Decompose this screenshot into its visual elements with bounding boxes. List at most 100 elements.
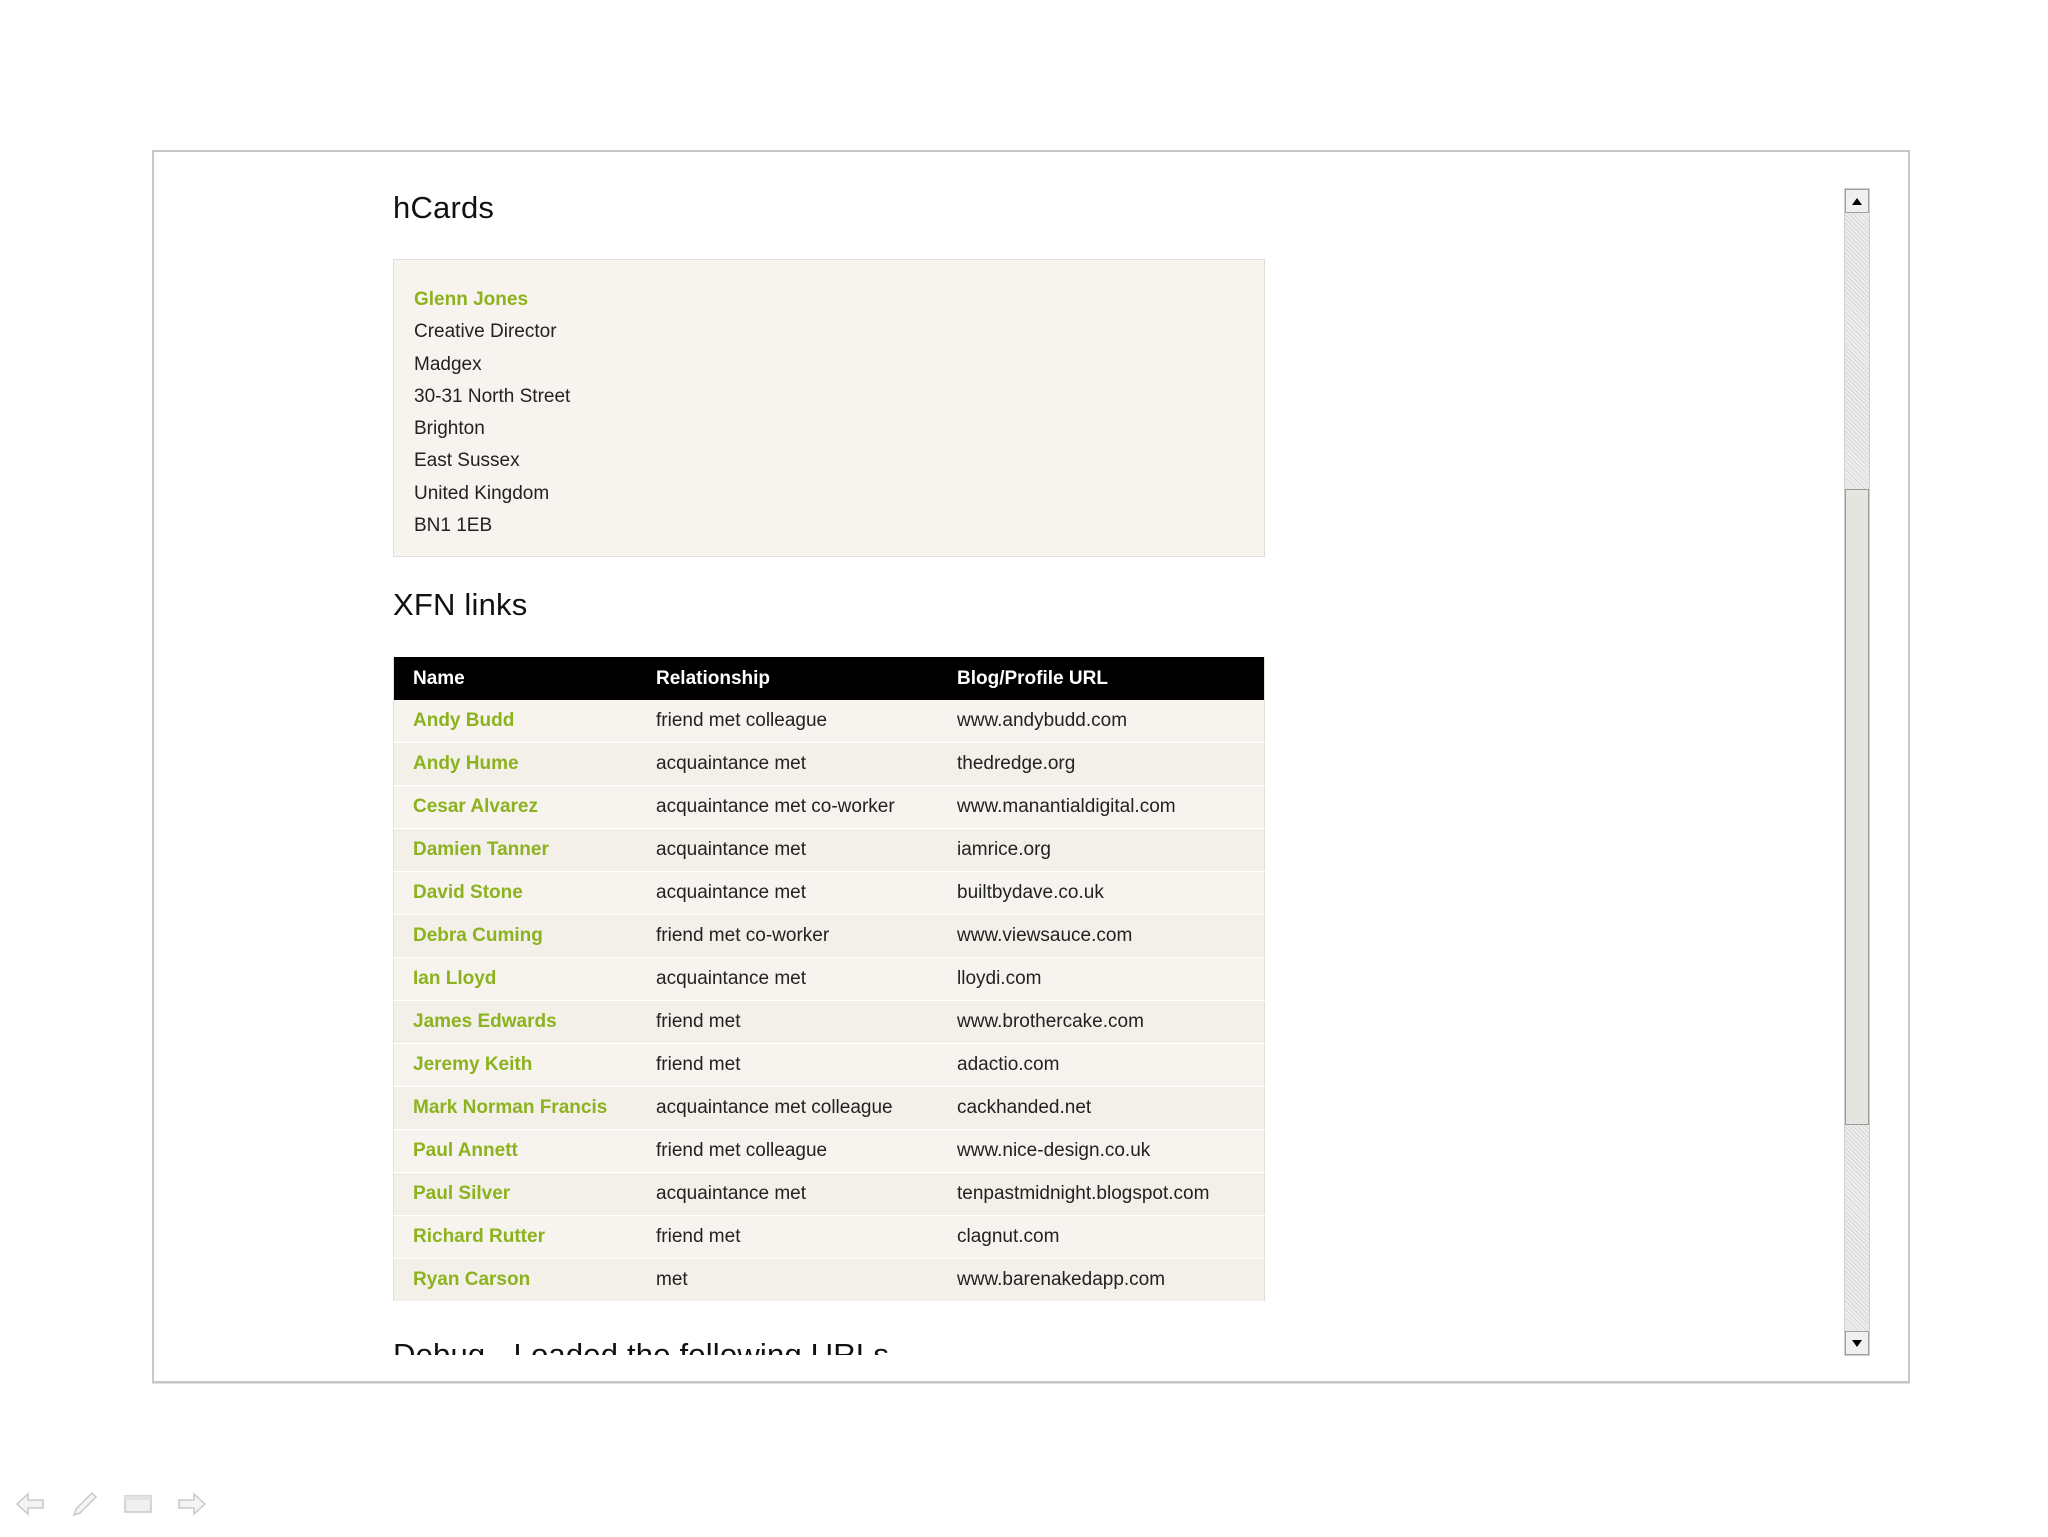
- contact-name-link[interactable]: Ryan Carson: [413, 1269, 530, 1290]
- contact-name-link[interactable]: Paul Annett: [413, 1140, 518, 1161]
- forward-arrow-icon[interactable]: [176, 1490, 208, 1518]
- cell-name: Cesar Alvarez: [393, 785, 637, 829]
- contact-name-link[interactable]: Debra Cuming: [413, 925, 543, 946]
- cell-url: builtbydave.co.uk: [938, 871, 1265, 915]
- cell-relationship: friend met: [637, 1215, 938, 1259]
- cell-url: thedredge.org: [938, 742, 1265, 786]
- cell-url: www.andybudd.com: [938, 700, 1265, 743]
- cell-url: lloydi.com: [938, 957, 1265, 1001]
- cell-name: James Edwards: [393, 1000, 637, 1044]
- contact-name-link[interactable]: Andy Budd: [413, 710, 514, 731]
- debug-heading: Debug - Loaded the following URLs: [393, 1337, 890, 1355]
- contact-name-link[interactable]: Cesar Alvarez: [413, 796, 538, 817]
- pen-icon[interactable]: [68, 1490, 100, 1518]
- contact-name-link[interactable]: Damien Tanner: [413, 839, 549, 860]
- arrow-up-icon: [1852, 197, 1862, 205]
- page-content: hCards Glenn Jones Creative Director Mad…: [391, 152, 1271, 1355]
- cell-name: Richard Rutter: [393, 1215, 637, 1259]
- cell-url: www.nice-design.co.uk: [938, 1129, 1265, 1173]
- hcards-heading: hCards: [393, 190, 495, 225]
- cell-url: www.manantialdigital.com: [938, 785, 1265, 829]
- column-header-url: Blog/Profile URL: [938, 657, 1265, 700]
- hcard-country: United Kingdom: [414, 482, 550, 504]
- contact-name-link[interactable]: Ian Lloyd: [413, 968, 496, 989]
- cell-name: Ian Lloyd: [393, 957, 637, 1001]
- table-row: Jeremy Keith friend met adactio.com: [393, 1043, 1265, 1087]
- cell-relationship: acquaintance met: [637, 871, 938, 915]
- page-viewport: hCards Glenn Jones Creative Director Mad…: [154, 152, 1908, 1381]
- hcard-org: Madgex: [414, 353, 482, 375]
- cell-url: tenpastmidnight.blogspot.com: [938, 1172, 1265, 1216]
- contact-name-link[interactable]: Mark Norman Francis: [413, 1097, 607, 1118]
- cell-name: Damien Tanner: [393, 828, 637, 872]
- hcard-locality: Brighton: [414, 418, 485, 440]
- xfn-table: Name Relationship Blog/Profile URL Andy …: [393, 657, 1265, 1302]
- cell-relationship: friend met colleague: [637, 700, 938, 743]
- hcard-postcode: BN1 1EB: [414, 515, 493, 537]
- cell-url: clagnut.com: [938, 1215, 1265, 1259]
- cell-url: www.viewsauce.com: [938, 914, 1265, 958]
- cell-relationship: acquaintance met: [637, 957, 938, 1001]
- table-row: David Stone acquaintance met builtbydave.c…: [393, 871, 1265, 915]
- vertical-scrollbar[interactable]: [1844, 188, 1870, 1356]
- cell-relationship: friend met co-worker: [637, 914, 938, 958]
- column-header-name: Name: [393, 657, 637, 700]
- table-row: Andy Budd friend met colleague www.andybud…: [393, 700, 1265, 743]
- hcard-box: Glenn Jones Creative Director Madgex 30-…: [393, 259, 1265, 557]
- table-row: Mark Norman Francis acquaintance met coll…: [393, 1086, 1265, 1130]
- cell-name: Ryan Carson: [393, 1258, 637, 1302]
- scroll-down-button[interactable]: [1845, 1331, 1869, 1355]
- slide-navigation: [14, 1490, 208, 1518]
- back-arrow-icon[interactable]: [14, 1490, 46, 1518]
- cell-name: Andy Hume: [393, 742, 637, 786]
- cell-url: adactio.com: [938, 1043, 1265, 1087]
- cell-url: cackhanded.net: [938, 1086, 1265, 1130]
- scroll-thumb[interactable]: [1845, 489, 1869, 1125]
- xfn-header-row: Name Relationship Blog/Profile URL: [393, 657, 1265, 700]
- cell-relationship: friend met: [637, 1000, 938, 1044]
- slide-frame: hCards Glenn Jones Creative Director Mad…: [152, 150, 1910, 1383]
- table-row: Damien Tanner acquaintance met iamrice.org: [393, 828, 1265, 872]
- cell-name: Mark Norman Francis: [393, 1086, 637, 1130]
- cell-url: www.brothercake.com: [938, 1000, 1265, 1044]
- scroll-up-button[interactable]: [1845, 189, 1869, 213]
- table-row: Debra Cuming friend met co-worker www.view…: [393, 914, 1265, 958]
- hcard-region: East Sussex: [414, 450, 520, 472]
- cell-name: Jeremy Keith: [393, 1043, 637, 1087]
- cell-relationship: friend met colleague: [637, 1129, 938, 1173]
- contact-name-link[interactable]: David Stone: [413, 882, 523, 903]
- cell-name: Paul Silver: [393, 1172, 637, 1216]
- cell-relationship: met: [637, 1258, 938, 1302]
- cell-relationship: acquaintance met co-worker: [637, 785, 938, 829]
- contact-name-link[interactable]: Richard Rutter: [413, 1226, 545, 1247]
- cell-url: www.barenakedapp.com: [938, 1258, 1265, 1302]
- hcard-title: Creative Director: [414, 321, 557, 343]
- cell-url: iamrice.org: [938, 828, 1265, 872]
- table-row: Paul Annett friend met colleague www.nice-…: [393, 1129, 1265, 1173]
- cell-name: David Stone: [393, 871, 637, 915]
- table-row: Ian Lloyd acquaintance met lloydi.com: [393, 957, 1265, 1001]
- table-row: Paul Silver acquaintance met tenpastmidnig…: [393, 1172, 1265, 1216]
- xfn-table-body: Andy Budd friend met colleague www.andybud…: [393, 700, 1265, 1302]
- hcard-street: 30-31 North Street: [414, 385, 571, 407]
- screen-icon[interactable]: [122, 1490, 154, 1518]
- column-header-relationship: Relationship: [637, 657, 938, 700]
- cell-relationship: acquaintance met colleague: [637, 1086, 938, 1130]
- cell-name: Andy Budd: [393, 700, 637, 743]
- contact-name-link[interactable]: James Edwards: [413, 1011, 557, 1032]
- table-row: Richard Rutter friend met clagnut.com: [393, 1215, 1265, 1259]
- contact-name-link[interactable]: Andy Hume: [413, 753, 519, 774]
- cell-relationship: acquaintance met: [637, 1172, 938, 1216]
- table-row: Ryan Carson met www.barenakedapp.com: [393, 1258, 1265, 1302]
- xfn-heading: XFN links: [393, 587, 528, 622]
- table-row: Cesar Alvarez acquaintance met co-worker w…: [393, 785, 1265, 829]
- contact-name-link[interactable]: Paul Silver: [413, 1183, 510, 1204]
- table-row: Andy Hume acquaintance met thedredge.org: [393, 742, 1265, 786]
- cell-relationship: acquaintance met: [637, 828, 938, 872]
- cell-name: Debra Cuming: [393, 914, 637, 958]
- contact-name-link[interactable]: Jeremy Keith: [413, 1054, 532, 1075]
- arrow-down-icon: [1852, 1339, 1862, 1347]
- cell-name: Paul Annett: [393, 1129, 637, 1173]
- cell-relationship: acquaintance met: [637, 742, 938, 786]
- hcard-name[interactable]: Glenn Jones: [414, 284, 1264, 316]
